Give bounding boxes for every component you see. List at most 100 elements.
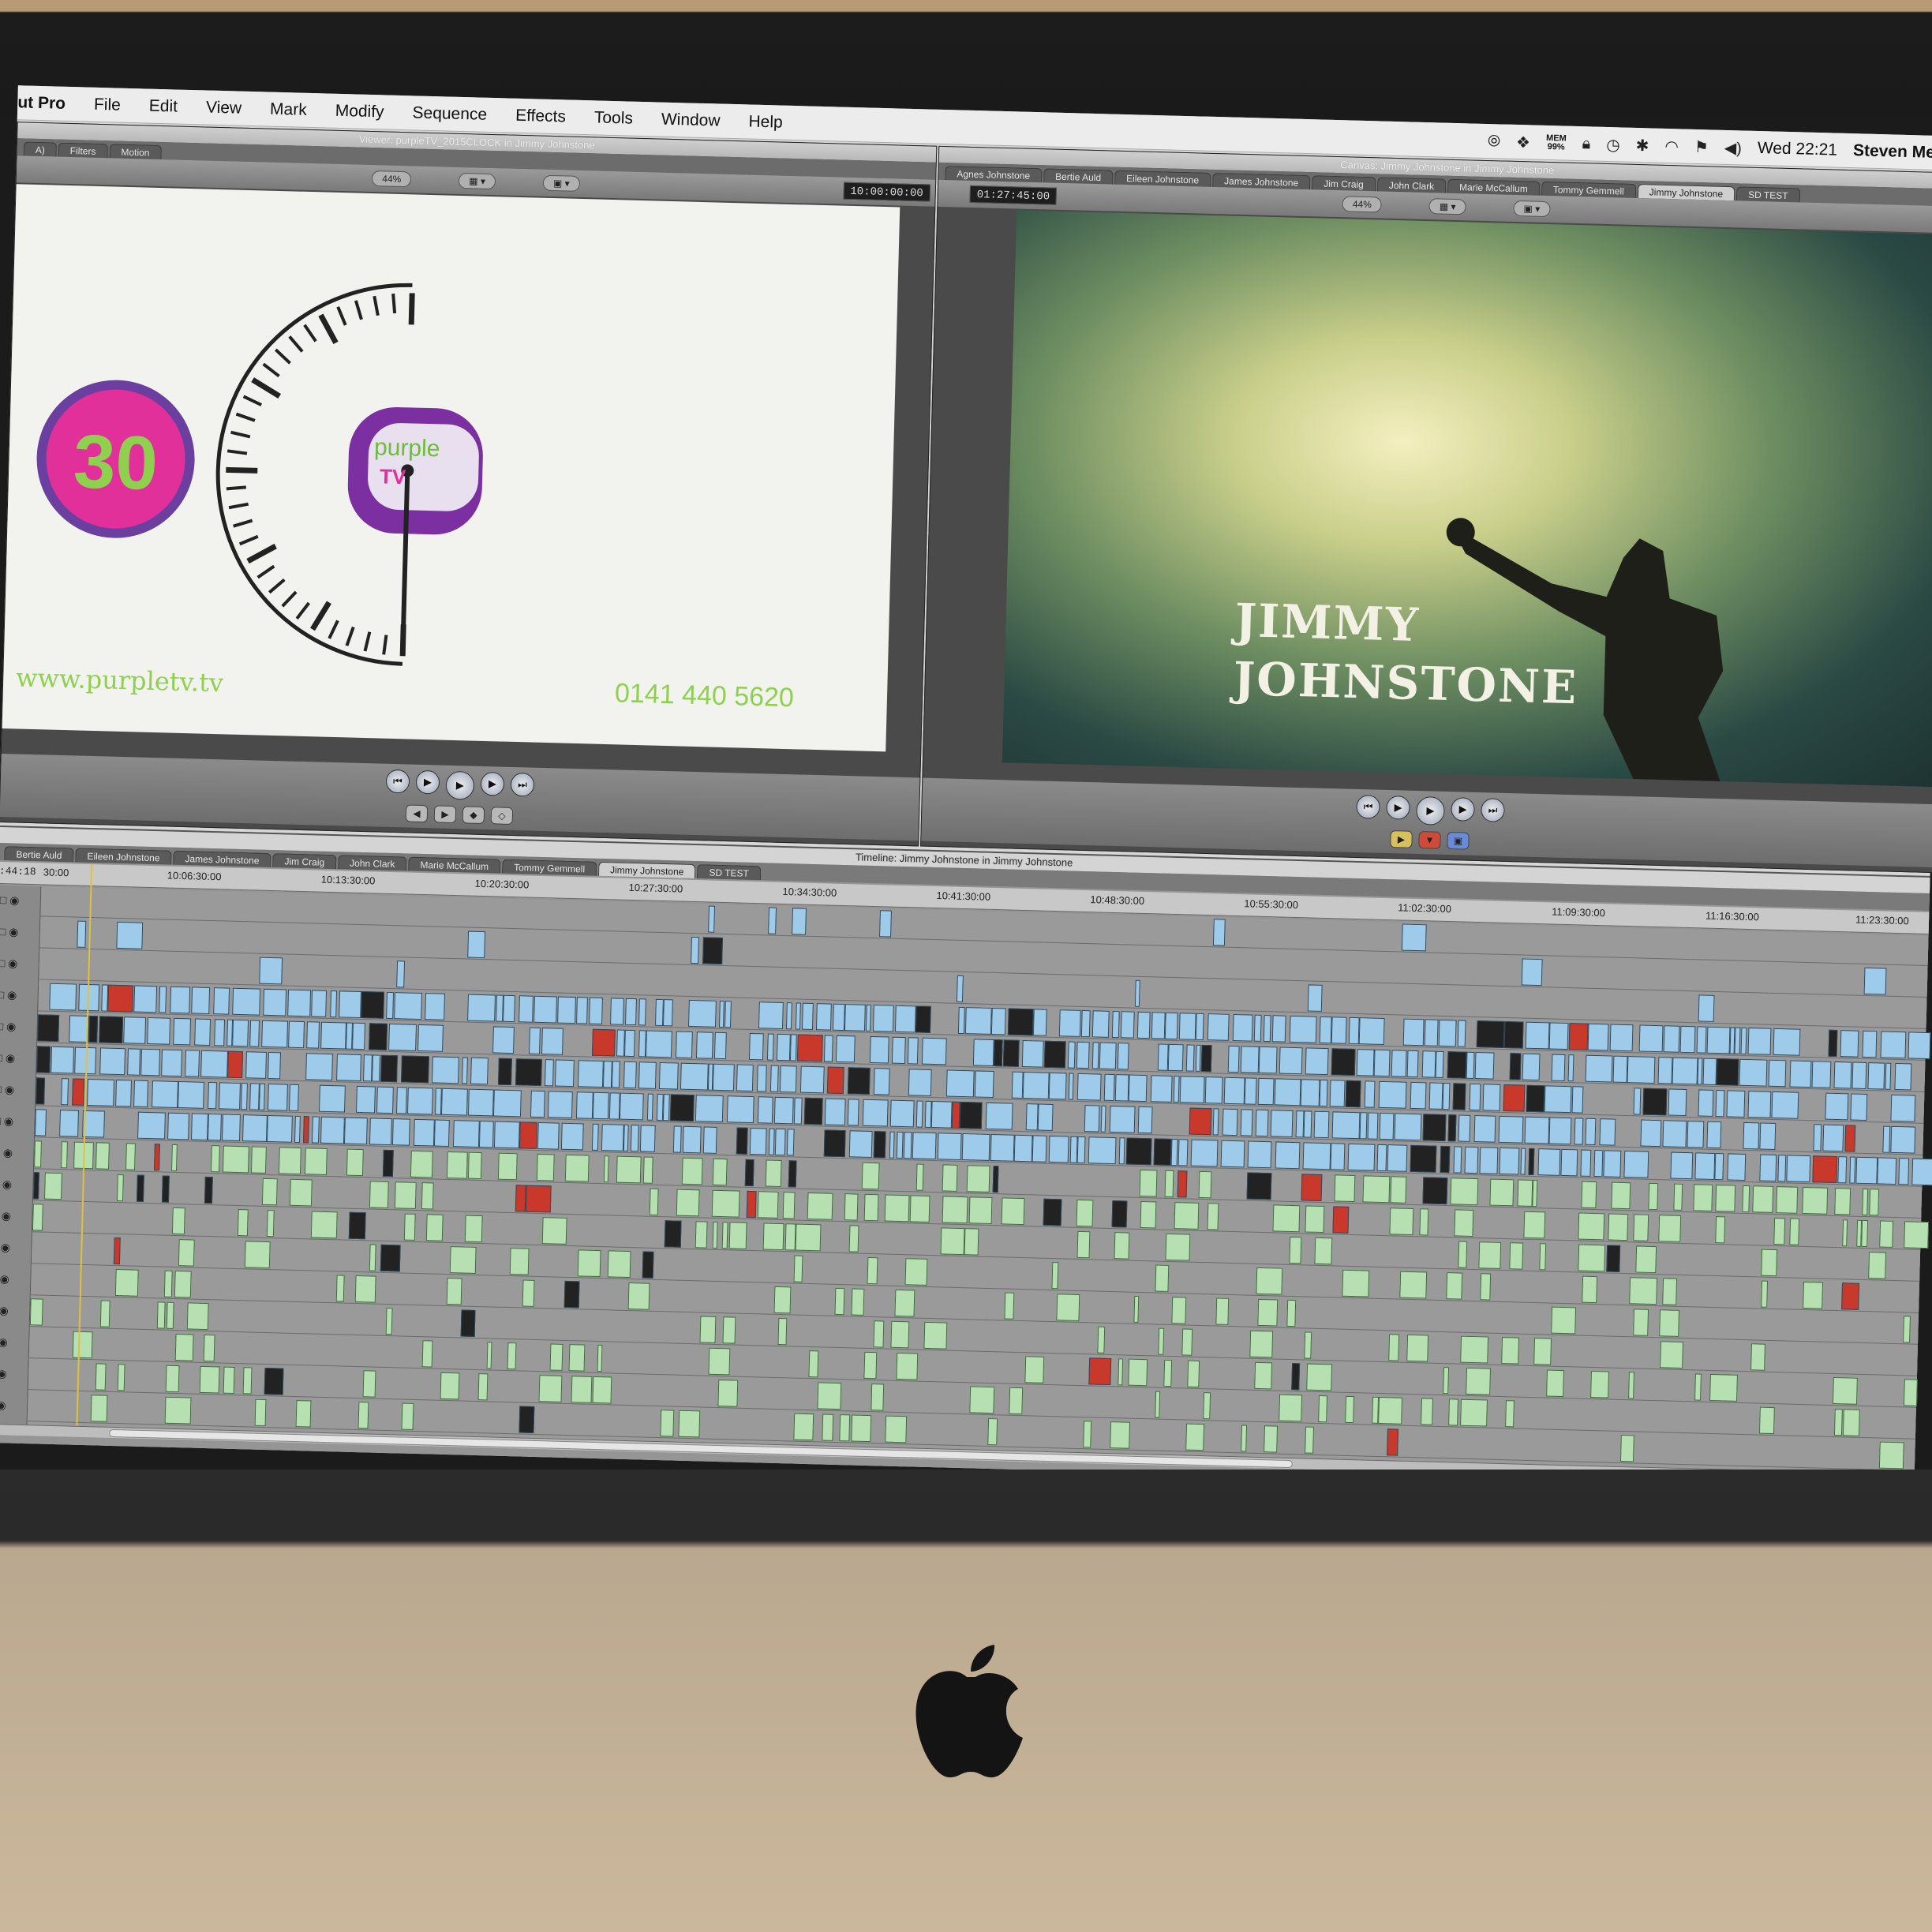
audio-clip[interactable] <box>1332 1206 1350 1234</box>
audio-clip[interactable] <box>1004 1292 1015 1320</box>
video-clip[interactable] <box>669 1094 695 1122</box>
video-clip[interactable] <box>37 1014 60 1043</box>
video-clip[interactable] <box>440 1088 468 1116</box>
video-clip[interactable] <box>462 1057 468 1084</box>
audio-clip[interactable] <box>721 1222 728 1249</box>
video-clip[interactable] <box>1734 1027 1741 1054</box>
video-clip[interactable] <box>1464 1146 1479 1174</box>
audio-clip[interactable] <box>871 1383 885 1411</box>
audio-clip[interactable] <box>676 1189 700 1217</box>
video-clip[interactable] <box>1153 1138 1172 1166</box>
video-clip[interactable] <box>796 1034 823 1062</box>
video-clip[interactable] <box>1585 1118 1597 1146</box>
video-clip[interactable] <box>786 1129 795 1156</box>
video-clip[interactable] <box>1813 1124 1822 1151</box>
audio-clip[interactable] <box>354 1275 376 1303</box>
audio-clip[interactable] <box>1578 1244 1606 1272</box>
audio-clip[interactable] <box>410 1150 433 1178</box>
video-clip[interactable] <box>115 1079 132 1107</box>
audio-clip[interactable] <box>1841 1282 1860 1310</box>
video-clip[interactable] <box>1240 1109 1253 1136</box>
video-clip[interactable] <box>191 1113 208 1140</box>
audio-clip[interactable] <box>867 1256 878 1285</box>
audio-clip[interactable] <box>708 1347 731 1376</box>
keyframe-button[interactable]: ◇ <box>490 807 514 825</box>
audio-clip[interactable] <box>1362 1175 1391 1204</box>
audio-clip[interactable] <box>1171 1297 1187 1324</box>
track-lock-icon[interactable]: □ ◉ <box>0 1335 8 1350</box>
audio-clip[interactable] <box>515 1185 526 1212</box>
video-clip[interactable] <box>493 1121 520 1149</box>
audio-clip[interactable] <box>1387 1428 1398 1456</box>
video-clip[interactable] <box>879 910 892 938</box>
video-clip[interactable] <box>1007 1008 1034 1036</box>
video-clip[interactable] <box>1740 1027 1747 1054</box>
video-clip[interactable] <box>1828 1029 1838 1058</box>
video-clip[interactable] <box>903 1132 912 1159</box>
video-clip[interactable] <box>972 1039 994 1067</box>
audio-clip[interactable] <box>1842 1409 1860 1436</box>
tl-tab-tommy-gemmell[interactable]: Tommy Gemmell <box>501 859 597 876</box>
video-clip[interactable] <box>795 1002 801 1030</box>
video-clip[interactable] <box>452 1120 480 1148</box>
track-lock-icon[interactable]: □ ◉ <box>0 1241 10 1255</box>
video-clip[interactable] <box>259 957 283 985</box>
video-clip[interactable] <box>249 1020 260 1047</box>
video-clip[interactable] <box>1503 1084 1526 1112</box>
audio-clip[interactable] <box>1203 1392 1211 1420</box>
video-clip[interactable] <box>1698 994 1715 1022</box>
audio-clip[interactable] <box>153 1144 160 1171</box>
video-clip[interactable] <box>907 1037 919 1065</box>
audio-clip[interactable] <box>1388 1334 1400 1361</box>
audio-clip[interactable] <box>178 1239 195 1267</box>
video-clip[interactable] <box>1257 1077 1275 1106</box>
audio-clip[interactable] <box>519 1406 535 1433</box>
video-clip[interactable] <box>1773 1028 1801 1056</box>
canvas-play-in-out-button[interactable]: ▶ <box>1386 795 1410 820</box>
video-clip[interactable] <box>789 1034 797 1061</box>
video-clip[interactable] <box>1378 1080 1407 1109</box>
track-lock-icon[interactable]: □ ◉ <box>0 1398 6 1413</box>
audio-clip[interactable] <box>1406 1334 1429 1362</box>
audio-clip[interactable] <box>467 1151 482 1180</box>
video-clip[interactable] <box>1043 1040 1066 1069</box>
audio-clip[interactable] <box>1289 1236 1302 1264</box>
video-clip[interactable] <box>1623 1150 1649 1178</box>
play-around-button[interactable]: ▶ <box>480 771 505 796</box>
video-clip[interactable] <box>1521 958 1543 987</box>
video-clip[interactable] <box>361 991 385 1019</box>
video-clip[interactable] <box>1670 1151 1694 1180</box>
audio-clip[interactable] <box>1693 1184 1713 1211</box>
audio-clip[interactable] <box>1539 1243 1547 1271</box>
audio-clip[interactable] <box>250 1146 267 1174</box>
video-clip[interactable] <box>1855 1156 1878 1185</box>
video-clip[interactable] <box>757 1096 773 1124</box>
video-clip[interactable] <box>675 1031 693 1059</box>
video-clip[interactable] <box>1279 1046 1303 1075</box>
audio-clip[interactable] <box>904 1258 928 1286</box>
video-clip[interactable] <box>544 1059 554 1087</box>
video-clip[interactable] <box>1195 1044 1201 1072</box>
video-clip[interactable] <box>530 1090 545 1118</box>
video-clip[interactable] <box>1474 1052 1495 1080</box>
video-clip[interactable] <box>758 1002 784 1030</box>
video-clip[interactable] <box>1025 1103 1039 1131</box>
audio-clip[interactable] <box>1761 1280 1769 1308</box>
video-clip[interactable] <box>1048 1072 1067 1100</box>
audio-clip[interactable] <box>1803 1281 1824 1309</box>
prev-edit-button[interactable]: ⏮ <box>385 769 410 794</box>
video-clip[interactable] <box>560 1122 584 1151</box>
audio-clip[interactable] <box>1378 1396 1403 1425</box>
audio-clip[interactable] <box>681 1157 703 1185</box>
audio-clip[interactable] <box>34 1140 42 1168</box>
audio-clip[interactable] <box>909 1195 930 1222</box>
audio-clip[interactable] <box>1083 1421 1092 1448</box>
audio-clip[interactable] <box>1254 1361 1273 1390</box>
audio-clip[interactable] <box>264 1367 284 1395</box>
audio-clip[interactable] <box>834 1287 845 1316</box>
video-clip[interactable] <box>372 1054 380 1082</box>
video-clip[interactable] <box>1313 1110 1330 1139</box>
video-clip[interactable] <box>974 1070 994 1099</box>
audio-clip[interactable] <box>1715 1216 1726 1244</box>
audio-clip[interactable] <box>1279 1394 1303 1422</box>
